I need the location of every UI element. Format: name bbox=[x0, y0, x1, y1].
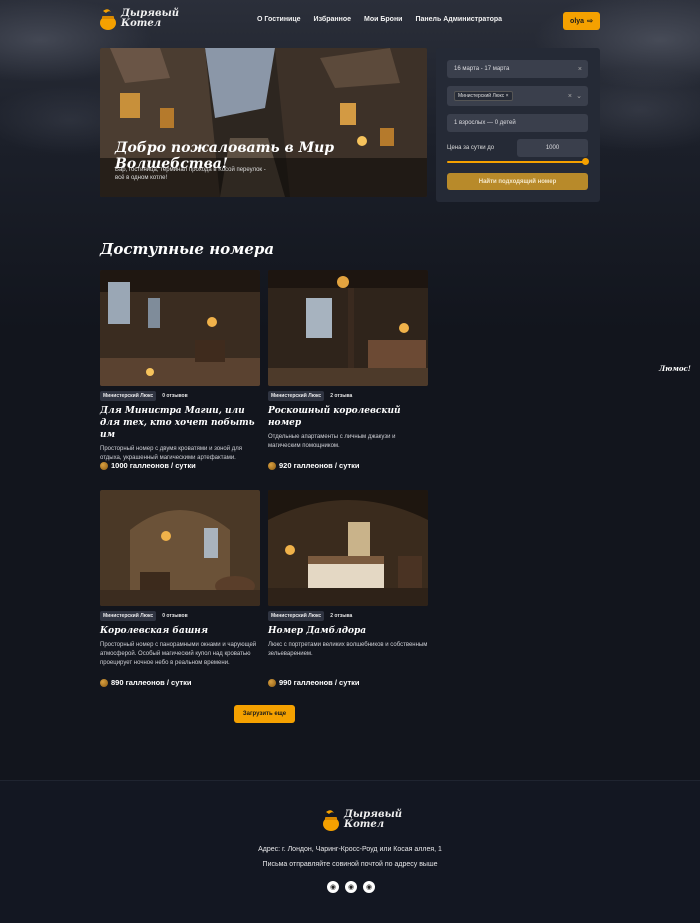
room-type-chip: Министерский Люкс × bbox=[454, 91, 513, 101]
nav-my-bookings[interactable]: Мои Брони bbox=[364, 16, 402, 23]
guests-input[interactable]: 1 взрослых — 0 детей bbox=[447, 114, 588, 132]
room-title[interactable]: Роскошный королевский номер bbox=[268, 405, 428, 429]
nav-favorites[interactable]: Избранное bbox=[314, 16, 351, 23]
user-name: olya bbox=[570, 17, 585, 25]
nav-admin-panel[interactable]: Панель Администратора bbox=[416, 16, 503, 23]
review-count: 2 отзыва bbox=[330, 393, 353, 399]
logo-text: Дырявый Котел bbox=[121, 8, 180, 29]
room-card[interactable]: Министерский Люкс 0 отзывов Королевская … bbox=[100, 490, 260, 687]
room-title[interactable]: Для Министра Магии, или для тех, кто хоч… bbox=[100, 405, 260, 441]
room-badge: Министерский Люкс bbox=[268, 611, 325, 621]
clear-dates-icon[interactable]: × bbox=[578, 66, 582, 73]
price-input[interactable]: 1000 bbox=[517, 139, 588, 157]
footer-owl-mail: Письма отправляйте совиной почтой по адр… bbox=[262, 861, 438, 868]
review-count: 0 отзывов bbox=[162, 393, 188, 399]
social-icon-1[interactable]: ◉ bbox=[327, 881, 339, 893]
room-price-text: 890 галлеонов / сутки bbox=[111, 678, 192, 687]
search-panel: 16 марта - 17 марта × Министерский Люкс … bbox=[436, 48, 600, 202]
galleon-coin-icon bbox=[268, 678, 276, 687]
section-title: Доступные номера bbox=[100, 240, 275, 258]
guests-value: 1 взрослых — 0 детей bbox=[454, 120, 516, 126]
room-price: 920 галлеонов / сутки bbox=[268, 461, 360, 470]
room-description: Просторный номер с панорамными окнами и … bbox=[100, 642, 257, 666]
room-badge: Министерский Люкс bbox=[100, 611, 157, 621]
footer-logo[interactable]: Дырявый Котел bbox=[322, 808, 403, 832]
cauldron-logo-icon bbox=[323, 810, 339, 831]
cauldron-logo-icon bbox=[100, 9, 116, 30]
room-image bbox=[100, 490, 260, 606]
room-price-text: 920 галлеонов / сутки bbox=[279, 461, 360, 470]
nav-about[interactable]: О Гостинице bbox=[257, 16, 301, 23]
lumos-toggle[interactable]: Люмос! bbox=[659, 364, 691, 373]
room-badge: Министерский Люкс bbox=[268, 391, 325, 401]
room-description: Люкс с портретами великих волшебников и … bbox=[268, 642, 428, 657]
room-price-text: 1000 галлеонов / сутки bbox=[111, 461, 196, 470]
social-icon-3[interactable]: ◉ bbox=[363, 881, 375, 893]
room-price: 890 галлеонов / сутки bbox=[100, 678, 192, 687]
room-badge: Министерский Люкс bbox=[100, 391, 157, 401]
galleon-coin-icon bbox=[100, 678, 108, 687]
review-count: 0 отзывов bbox=[162, 613, 188, 619]
user-button[interactable]: olya ⇨ bbox=[563, 12, 600, 30]
room-card[interactable]: Министерский Люкс 0 отзывов Для Министра… bbox=[100, 270, 260, 470]
hero-subtitle: Бар, гостиница, терминал прохода в Косой… bbox=[115, 167, 266, 181]
price-input-value: 1000 bbox=[545, 145, 560, 151]
social-links: ◉ ◉ ◉ bbox=[327, 881, 375, 893]
room-description: Отдельные апартаменты с личным джакузи и… bbox=[268, 434, 396, 449]
room-price: 1000 галлеонов / сутки bbox=[100, 461, 196, 470]
clear-select-icon[interactable]: × bbox=[568, 93, 572, 100]
logout-icon: ⇨ bbox=[587, 18, 593, 25]
find-room-button[interactable]: Найти подходящий номер bbox=[447, 173, 588, 190]
room-image bbox=[268, 490, 428, 606]
room-type-select[interactable]: Министерский Люкс × × ⌄ bbox=[447, 86, 588, 106]
room-price-text: 990 галлеонов / сутки bbox=[279, 678, 360, 687]
price-label: Цена за сутки до bbox=[447, 145, 495, 151]
galleon-coin-icon bbox=[100, 461, 108, 470]
chevron-down-icon[interactable]: ⌄ bbox=[576, 92, 582, 100]
price-slider-track[interactable] bbox=[447, 161, 588, 163]
load-more-button[interactable]: Загрузить еще bbox=[234, 705, 295, 723]
room-title[interactable]: Королевская башня bbox=[100, 625, 260, 637]
date-range-value: 16 марта - 17 марта bbox=[454, 66, 510, 72]
room-price: 990 галлеонов / сутки bbox=[268, 678, 360, 687]
room-type-chip-label: Министерский Люкс bbox=[458, 93, 505, 99]
room-image bbox=[268, 270, 428, 386]
price-slider-handle[interactable] bbox=[582, 158, 589, 165]
logo[interactable]: Дырявый Котел bbox=[99, 7, 180, 31]
galleon-coin-icon bbox=[268, 461, 276, 470]
chip-remove-icon[interactable]: × bbox=[506, 93, 509, 99]
hero-banner: Добро пожаловать в Мир Волшебства! Бар, … bbox=[100, 48, 427, 197]
main-nav: О Гостинице Избранное Мои Брони Панель А… bbox=[257, 16, 515, 23]
header: Дырявый Котел О Гостинице Избранное Мои … bbox=[0, 0, 700, 42]
footer-logo-text: Дырявый Котел bbox=[344, 809, 403, 830]
room-image bbox=[100, 270, 260, 386]
date-range-input[interactable]: 16 марта - 17 марта × bbox=[447, 60, 588, 78]
room-title[interactable]: Номер Дамблдора bbox=[268, 625, 428, 637]
review-count: 2 отзыва bbox=[330, 613, 353, 619]
social-icon-2[interactable]: ◉ bbox=[345, 881, 357, 893]
room-card[interactable]: Министерский Люкс 2 отзыва Роскошный кор… bbox=[268, 270, 428, 470]
room-card[interactable]: Министерский Люкс 2 отзыва Номер Дамблдо… bbox=[268, 490, 428, 687]
footer-address: Адрес: г. Лондон, Чаринг-Кросс-Роуд или … bbox=[258, 846, 442, 853]
